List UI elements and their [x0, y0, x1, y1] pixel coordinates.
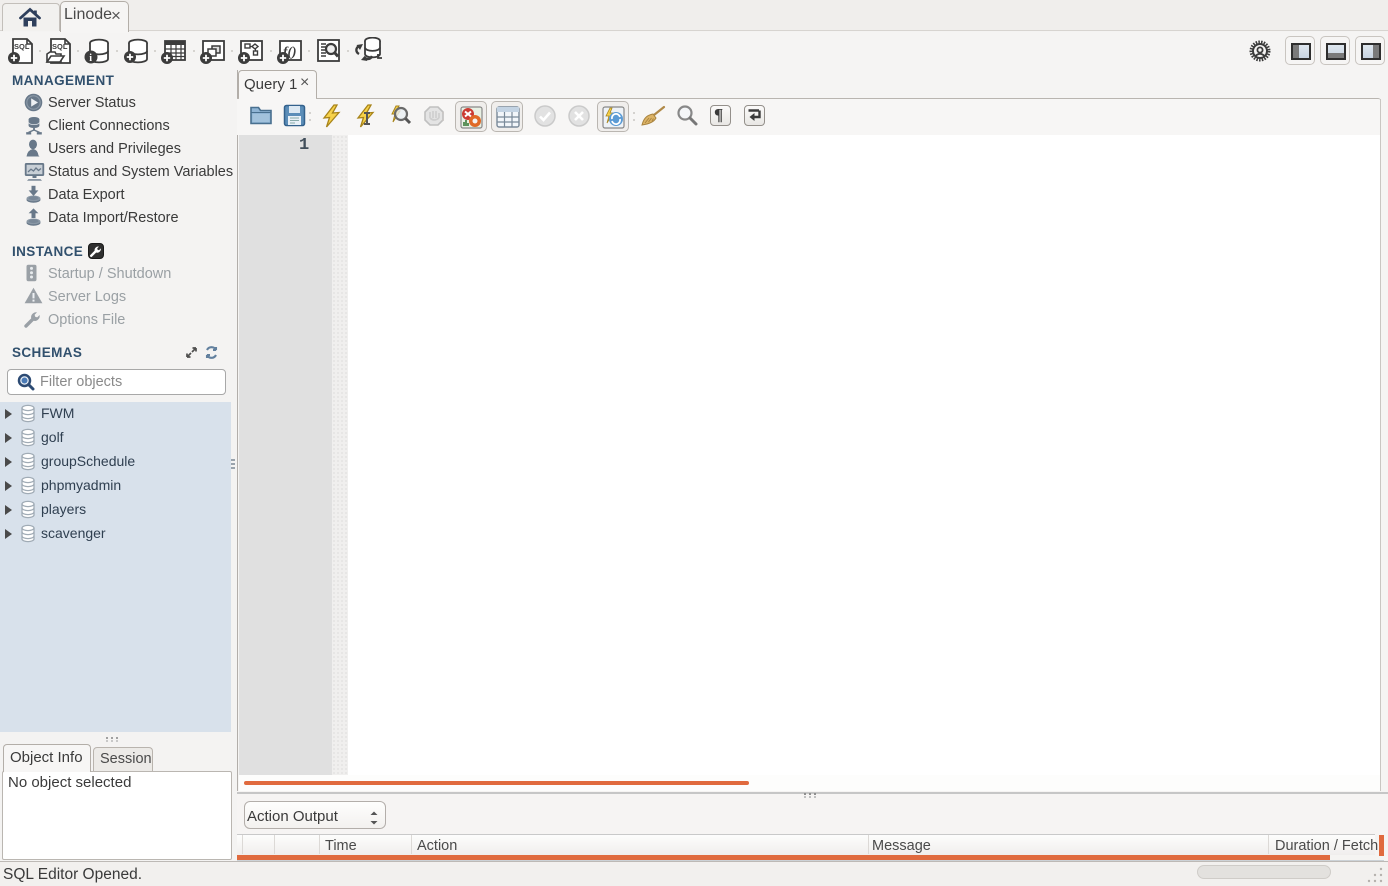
svg-text:¶: ¶	[714, 105, 723, 124]
svg-text:SQL: SQL	[14, 42, 30, 51]
svg-text:i: i	[89, 53, 92, 64]
svg-text:SQL: SQL	[52, 42, 68, 51]
